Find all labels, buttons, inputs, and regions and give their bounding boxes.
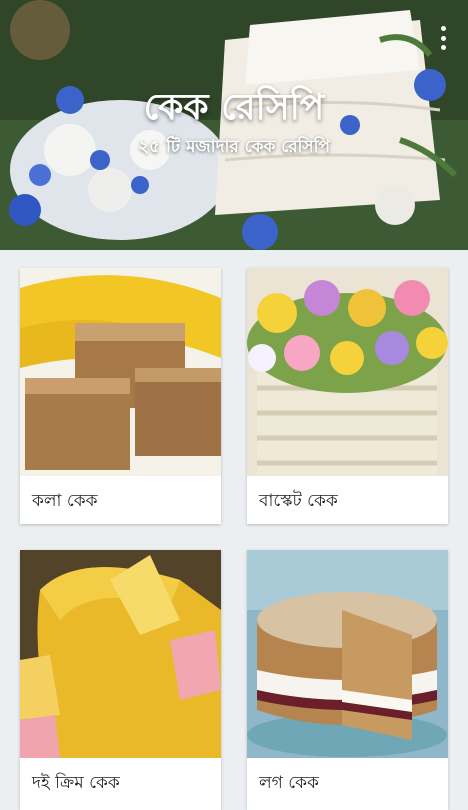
more-vert-icon[interactable] [436, 26, 450, 50]
recipe-image [20, 268, 221, 476]
yogurt-cream-cake-image [20, 550, 221, 758]
recipe-title: বাস্কেট কেক [259, 491, 338, 511]
recipe-card[interactable]: বাস্কেট কেক [247, 268, 448, 524]
app-title: কেক রেসিপি [143, 87, 325, 128]
recipe-title: লগ কেক [259, 773, 319, 793]
recipe-card[interactable]: কলা কেক [20, 268, 221, 524]
recipe-image [247, 268, 448, 476]
banana-cake-image [20, 268, 221, 476]
recipe-card[interactable]: লগ কেক [247, 550, 448, 810]
menu-dot [440, 45, 446, 50]
recipe-title: দই ক্রিম কেক [32, 773, 120, 793]
recipe-image [247, 550, 448, 758]
app-header: কেক রেসিপি ২৫ টি মজাদার কেক রেসিপি [0, 0, 468, 250]
recipe-card[interactable]: দই ক্রিম কেক [20, 550, 221, 810]
recipe-title: কলা কেক [32, 491, 98, 511]
log-cake-image [247, 550, 448, 758]
menu-dot [440, 35, 446, 41]
menu-dot [440, 26, 446, 31]
app-subtitle: ২৫ টি মজাদার কেক রেসিপি [137, 137, 331, 157]
basket-cake-image [247, 268, 448, 476]
recipe-image [20, 550, 221, 758]
